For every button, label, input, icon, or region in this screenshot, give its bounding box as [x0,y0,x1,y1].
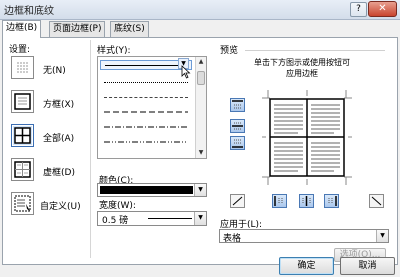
color-swatch [100,186,193,194]
setting-custom-icon [14,195,31,212]
dialog-body: 边框(B) 页面边框(P) 底纹(S) 设置: 无(N) 方框(X) 全部(A)… [0,20,400,277]
style-label: 样式(Y): [97,46,131,56]
setting-grid-icon [14,161,31,178]
right-border-button[interactable] [324,194,339,208]
setting-custom-button[interactable] [11,192,34,215]
inside-vertical-border-button[interactable] [299,194,314,208]
setting-none-label: 无(N) [43,66,66,76]
left-border-button[interactable] [272,194,287,208]
preview-hint: 单击下方图示或使用按钮可 应用边框 [254,58,350,78]
setting-grid-label: 虚框(D) [43,168,75,178]
style-option-dashed-medium[interactable] [100,107,192,117]
setting-box-label: 方框(X) [43,100,75,110]
setting-grid-button[interactable] [11,158,34,181]
style-option-dash-dot-dot[interactable] [100,137,192,147]
width-label: 宽度(W): [99,201,136,211]
preview-separator [245,50,385,51]
scroll-up-icon[interactable]: ▲ [196,57,206,67]
border-bottom-icon [232,139,243,148]
color-dropdown[interactable]: ▼ [97,183,207,197]
border-right-icon [328,196,337,206]
bottom-border-button[interactable] [230,136,245,150]
setting-box-icon [14,93,31,110]
width-value: 0.5 磅 [102,216,129,226]
apply-to-value: 表格 [223,234,242,244]
scroll-down-icon[interactable]: ▼ [196,148,206,158]
style-option-dashed-small[interactable] [100,92,192,102]
style-option-dotted[interactable] [100,77,192,87]
width-sample-line [148,218,192,219]
chevron-down-icon[interactable]: ▼ [194,184,206,196]
border-inside-horizontal-icon [232,122,243,130]
style-list-scrollbar[interactable]: ▲ ▼ [195,57,206,158]
diagonal-up-border-button[interactable] [369,194,384,208]
diagonal-down-border-button[interactable] [230,194,245,208]
title-bar: 边框和底纹 ? ✕ [0,0,400,20]
apply-to-dropdown[interactable]: 表格 ▼ [219,229,389,244]
diagonal-up-icon [371,196,382,206]
width-dropdown[interactable]: 0.5 磅 ▼ [97,211,207,226]
tab-borders[interactable]: 边框(B) [2,20,42,38]
mouse-cursor-icon [181,65,191,79]
setting-all-button[interactable] [11,124,34,147]
style-option-dash-dot[interactable] [100,122,192,132]
setting-all-icon [14,127,31,144]
border-top-icon [232,100,243,109]
chevron-down-icon[interactable]: ▼ [376,230,388,242]
preview-label: 预览 [220,46,239,56]
close-button[interactable]: ✕ [368,1,397,17]
border-left-icon [274,196,283,206]
inside-horizontal-border-button[interactable] [230,119,245,133]
setting-custom-label: 自定义(U) [40,202,81,212]
dialog-title: 边框和底纹 [4,6,54,17]
setting-all-label: 全部(A) [43,134,75,144]
border-preview-diagram[interactable] [262,90,352,185]
setting-none-button[interactable] [11,56,34,79]
settings-label: 设置: [9,45,31,55]
tab-page-border[interactable]: 页面边框(P) [49,21,106,37]
style-list[interactable]: ▼ ▲ ▼ [97,56,207,159]
setting-box-button[interactable] [11,90,34,113]
border-inside-vertical-icon [302,196,311,206]
scroll-thumb[interactable] [197,71,205,85]
top-border-button[interactable] [230,98,245,112]
tab-shading[interactable]: 底纹(S) [110,21,149,37]
chevron-down-icon[interactable]: ▼ [194,212,206,225]
ok-button[interactable]: 确定 [279,257,334,275]
diagonal-down-icon [232,196,243,206]
cancel-button[interactable]: 取消 [340,257,395,275]
setting-none-icon [14,59,31,76]
column-divider [90,40,91,258]
help-button[interactable]: ? [350,2,367,17]
